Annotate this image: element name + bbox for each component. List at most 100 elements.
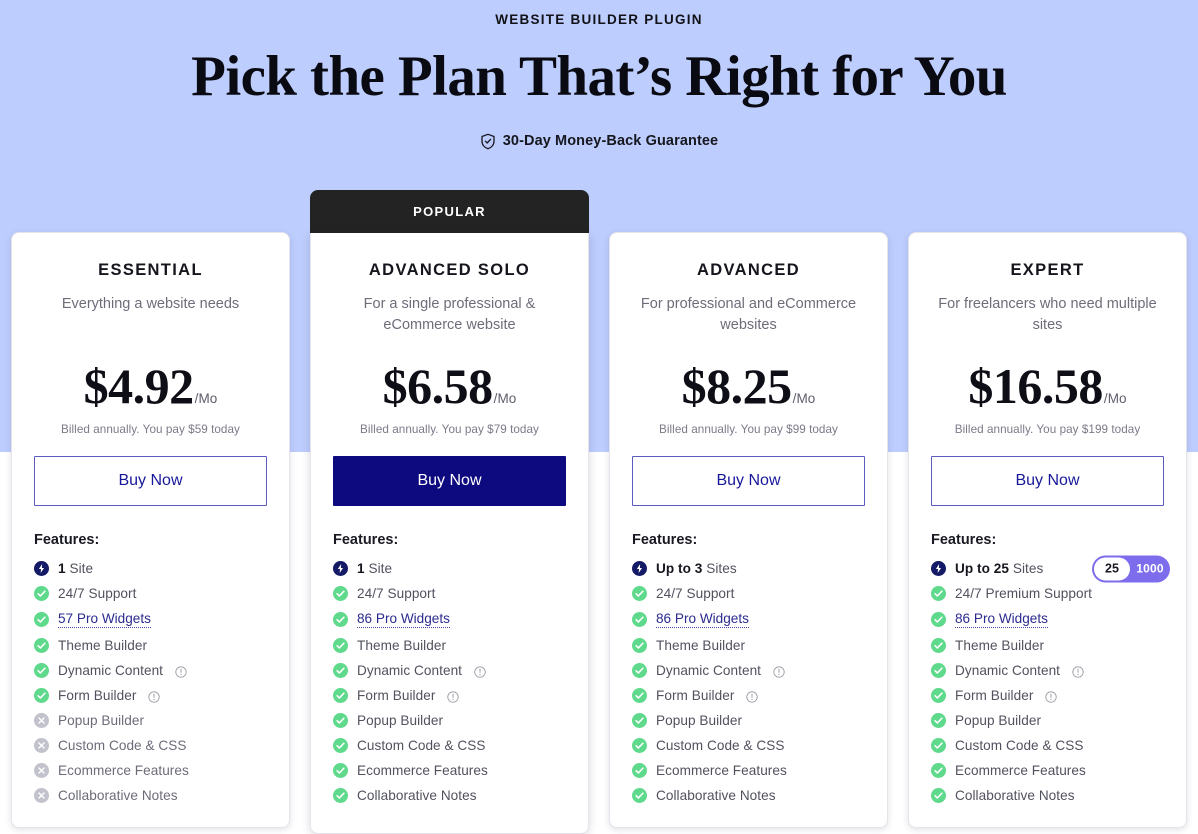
check-icon (632, 638, 647, 654)
buy-now-button[interactable]: Buy Now (931, 456, 1164, 507)
billing-note: Billed annually. You pay $199 today (954, 423, 1141, 437)
feature-label-rest: Sites (1012, 561, 1044, 577)
feature-item: Custom Code & CSS (632, 738, 865, 754)
features-heading: Features: (931, 532, 997, 549)
feature-link[interactable]: 86 Pro Widgets (656, 611, 749, 629)
feature-label-rest: Sites (706, 561, 737, 577)
pricing-page: WEBSITE BUILDER PLUGIN Pick the Plan Tha… (0, 0, 1198, 834)
feature-item: 24/7 Support (333, 586, 566, 602)
check-icon (333, 586, 348, 602)
shield-check-icon (480, 133, 496, 150)
check-icon (632, 738, 647, 754)
info-icon[interactable] (746, 690, 759, 703)
billing-note: Billed annually. You pay $99 today (659, 423, 838, 437)
info-icon[interactable] (474, 665, 486, 678)
check-icon (333, 788, 348, 804)
plan-name: ADVANCED SOLO (368, 261, 531, 279)
feature-item: 1 Site (34, 561, 267, 576)
info-icon[interactable] (148, 690, 161, 703)
pricing-cards-row: ESSENTIAL Everything a website needs $4.92… (0, 190, 1198, 834)
check-icon (632, 586, 647, 602)
feature-item: Collaborative Notes (931, 788, 1164, 804)
feature-label: 24/7 Support (58, 586, 137, 601)
plan-price: $6.58 (382, 358, 494, 415)
check-icon (632, 663, 647, 679)
feature-item: Dynamic Content (333, 663, 566, 679)
check-icon (34, 612, 49, 627)
features-heading: Features: (333, 532, 399, 549)
feature-item: 1 Site (333, 561, 566, 577)
buy-now-button[interactable]: Buy Now (34, 456, 267, 506)
check-icon (34, 663, 49, 678)
feature-link[interactable]: 86 Pro Widgets (955, 611, 1048, 629)
feature-link[interactable]: 57 Pro Widgets (58, 611, 151, 628)
sites-count-slider[interactable]: 25 1000 (1092, 555, 1170, 583)
check-icon (632, 713, 647, 729)
feature-label: Custom Code & CSS (955, 738, 1084, 754)
feature-item: 86 Pro Widgets (632, 611, 865, 629)
feature-item: Collaborative Notes (333, 788, 566, 804)
feature-label: 24/7 Support (357, 586, 436, 602)
feature-item: Form Builder (34, 688, 267, 703)
check-icon (931, 763, 946, 779)
feature-label: Dynamic Content (656, 663, 762, 679)
feature-label: Dynamic Content (58, 663, 164, 678)
card-body: ADVANCED For professional and eCommerce w… (609, 232, 888, 829)
check-icon (632, 612, 647, 628)
feature-item: Custom Code & CSS (333, 738, 566, 754)
info-icon[interactable] (1072, 665, 1084, 678)
feature-item: Custom Code & CSS (931, 738, 1164, 754)
info-icon[interactable] (1045, 690, 1058, 703)
info-icon[interactable] (447, 690, 460, 703)
check-icon (931, 788, 946, 804)
buy-now-button[interactable]: Buy Now (632, 456, 865, 507)
bolt-icon (34, 561, 49, 576)
feature-label: 1 Site (58, 561, 93, 576)
info-icon[interactable] (175, 665, 187, 678)
feature-label: Theme Builder (357, 638, 447, 654)
feature-label: Popup Builder (58, 713, 145, 728)
feature-label: Theme Builder (656, 638, 746, 654)
price-period: /Mo (194, 391, 218, 406)
page-title: Pick the Plan That’s Right for You (191, 45, 1007, 108)
pricing-card-expert: EXPERT For freelancers who need multiple … (908, 232, 1187, 829)
feature-item: Up to 3 Sites (632, 561, 865, 577)
slider-current-value[interactable]: 25 (1094, 557, 1130, 581)
info-icon[interactable] (773, 665, 785, 678)
plan-description: For professional and eCommerce websites (640, 296, 857, 333)
feature-label: Up to 3 Sites (656, 561, 737, 576)
feature-item: Theme Builder (931, 638, 1164, 654)
cross-icon (34, 763, 49, 778)
bolt-icon (931, 561, 946, 577)
price-row: $8.25/Mo (632, 361, 865, 411)
feature-item: 57 Pro Widgets (34, 611, 267, 628)
check-icon (34, 586, 49, 601)
feature-label: Theme Builder (955, 638, 1045, 654)
price-row: $16.58/Mo (931, 361, 1164, 411)
feature-label: Collaborative Notes (955, 788, 1075, 804)
pricing-card-advanced-solo: POPULAR ADVANCED SOLO For a single profess… (310, 190, 589, 834)
slider-max-value: 1000 (1136, 561, 1164, 576)
feature-item: Ecommerce Features (931, 763, 1164, 779)
feature-label: Ecommerce Features (357, 763, 488, 779)
features-list: 1 Site 24/7 Support 57 Pro Widgets Theme Bu… (34, 561, 267, 803)
check-icon (632, 763, 647, 779)
buy-now-button[interactable]: Buy Now (333, 456, 566, 507)
feature-item: Popup Builder (931, 713, 1164, 729)
feature-label: Collaborative Notes (357, 788, 477, 804)
check-icon (931, 612, 946, 628)
feature-label: Form Builder (955, 688, 1034, 704)
bolt-icon (632, 561, 647, 577)
feature-label: Form Builder (357, 688, 436, 704)
check-icon (333, 763, 348, 779)
feature-label: Popup Builder (955, 713, 1042, 729)
feature-link[interactable]: 86 Pro Widgets (357, 611, 450, 629)
check-icon (931, 688, 946, 704)
feature-item: 24/7 Premium Support (931, 586, 1164, 602)
billing-note: Billed annually. You pay $79 today (360, 423, 539, 437)
feature-item: Custom Code & CSS (34, 738, 267, 753)
feature-item: Up to 25 Sites 25 1000 (931, 555, 1170, 583)
billing-note: Billed annually. You pay $59 today (61, 423, 240, 436)
feature-item: 24/7 Support (632, 586, 865, 602)
feature-item: 24/7 Support (34, 586, 267, 601)
